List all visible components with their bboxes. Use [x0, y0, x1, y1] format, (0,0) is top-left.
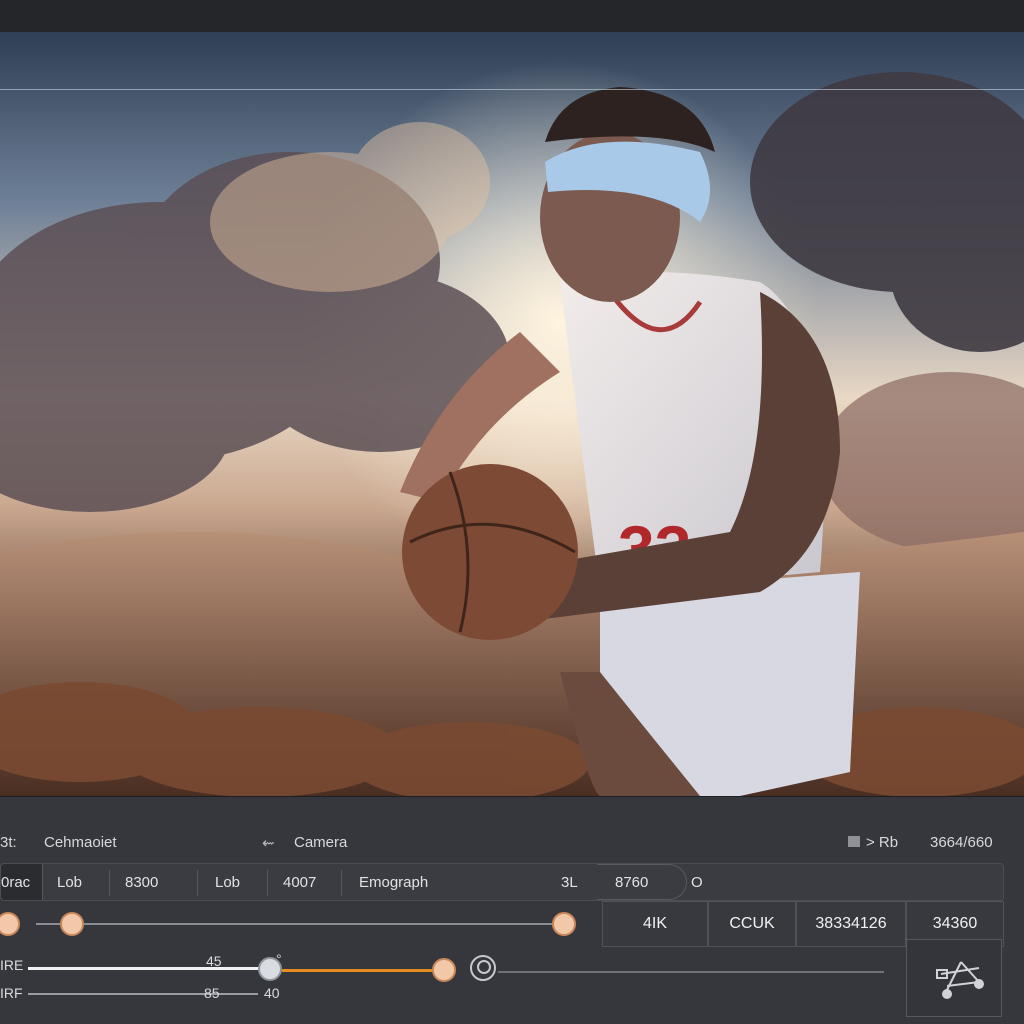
stat-value: 38334126 [815, 915, 887, 932]
stat-box-2[interactable]: CCUK [708, 901, 796, 947]
range-track[interactable] [36, 923, 562, 925]
lower-track[interactable] [28, 993, 258, 995]
stat-box-1[interactable]: 4IK [602, 901, 708, 947]
divider [197, 870, 198, 896]
header-prefix: 3t: [0, 834, 17, 851]
slider-label-b: IRF [0, 985, 23, 1001]
stat-value: 34360 [932, 915, 978, 932]
degree-mark: ° [276, 951, 282, 967]
white-slider[interactable] [28, 967, 272, 970]
range-start-knob[interactable] [60, 912, 84, 936]
resolution-readout: 3664/660 [930, 834, 993, 851]
guide-line [0, 89, 1024, 90]
divider [267, 870, 268, 896]
secondary-track[interactable] [498, 971, 884, 973]
slider-row-top: 4IK CCUK 38334126 34360 [0, 901, 1004, 947]
orange-slider-knob[interactable] [432, 958, 456, 982]
stat-box-3[interactable]: 38334126 [796, 901, 906, 947]
basketball [402, 464, 578, 640]
toolbar-cell-1[interactable]: Lob [57, 874, 82, 891]
slider-label-a: IRE [0, 957, 24, 973]
stat-value: 4IK [642, 915, 667, 932]
panel-header: 3t: Cehmaoiet ⇜ Camera > Rb 3664/660 [0, 825, 1024, 859]
node-graph-button[interactable] [906, 939, 1002, 1017]
image-viewport[interactable]: 33 [0, 32, 1024, 796]
reset-ring-icon[interactable] [470, 955, 496, 981]
cloud-right-low [820, 372, 1024, 552]
left-knob[interactable] [0, 912, 20, 936]
toolbar-end-glyph[interactable]: O [691, 874, 703, 891]
square-icon[interactable] [848, 836, 860, 847]
header-arrow[interactable]: > Rb [866, 834, 898, 851]
toolbar-cell-2[interactable]: 8300 [125, 874, 158, 891]
scene-illustration: 33 [0, 62, 1024, 796]
divider [341, 870, 342, 896]
range-end-knob[interactable] [552, 912, 576, 936]
header-title: Cehmaoiet [44, 834, 117, 851]
camera-label[interactable]: Camera [294, 834, 347, 851]
top-bar [0, 0, 1024, 32]
toolbar: 0rac Lob 8300 Lob 4007 Emograph 3L 8760 … [0, 863, 1004, 901]
slider-value-a: 45 [206, 953, 222, 969]
orange-slider[interactable] [282, 969, 438, 972]
slider-value-c: 40 [264, 985, 280, 1001]
camera-arrow-icon[interactable]: ⇜ [262, 834, 275, 852]
toolbar-cell-3[interactable]: Lob [215, 874, 240, 891]
stat-value: CCUK [729, 915, 775, 932]
node-graph-icon [936, 961, 984, 999]
control-panel: 3t: Cehmaoiet ⇜ Camera > Rb 3664/660 0ra… [0, 796, 1024, 1024]
slider-row-bottom: IRE 45 ° IRF 85 40 [0, 939, 1004, 1021]
divider [109, 870, 110, 896]
tab-active[interactable]: 0rac [1, 864, 43, 900]
toolbar-cell-5[interactable]: Emograph [359, 874, 428, 891]
slider-value-b: 85 [204, 985, 220, 1001]
toolbar-cell-4[interactable]: 4007 [283, 874, 316, 891]
toolbar-cell-7[interactable]: 8760 [615, 874, 648, 891]
toolbar-cell-6[interactable]: 3L [561, 874, 578, 891]
